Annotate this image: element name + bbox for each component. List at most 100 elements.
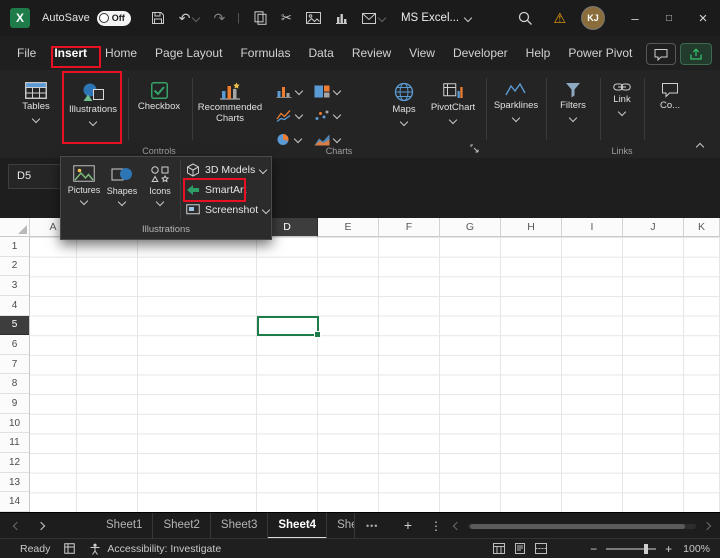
pictures-button[interactable]: Pictures (65, 159, 103, 219)
maximize-button[interactable]: □ (652, 13, 686, 24)
column-header-h[interactable]: H (501, 218, 562, 237)
maps-button[interactable]: Maps (384, 74, 424, 144)
column-header-e[interactable]: E (318, 218, 379, 237)
row-header-5-selected[interactable]: 5 (0, 316, 29, 336)
row-header-2[interactable]: 2 (0, 257, 29, 277)
zoom-slider[interactable] (606, 544, 656, 554)
chart-button[interactable] (335, 12, 348, 24)
status-accessibility[interactable]: Accessibility: Investigate (107, 543, 221, 555)
shapes-button[interactable]: Shapes (103, 159, 141, 219)
row-header-1[interactable]: 1 (0, 237, 29, 257)
select-all-corner[interactable] (0, 218, 30, 237)
scrollbar-thumb[interactable] (470, 524, 685, 529)
sheet-nav-left-button[interactable] (6, 513, 28, 539)
zoom-percentage[interactable]: 100% (683, 543, 710, 555)
sheet-tab-sheet1[interactable]: Sheet1 (96, 513, 153, 539)
warning-icon[interactable]: ⚠ (553, 10, 566, 27)
tab-formulas[interactable]: Formulas (231, 36, 299, 70)
row-header-11[interactable]: 11 (0, 433, 29, 453)
tab-developer[interactable]: Developer (444, 36, 517, 70)
column-header-k[interactable]: K (684, 218, 720, 237)
tab-view[interactable]: View (400, 36, 444, 70)
zoom-knob[interactable] (644, 544, 648, 554)
row-header-3[interactable]: 3 (0, 276, 29, 296)
spreadsheet-grid[interactable] (30, 237, 720, 512)
tab-file[interactable]: File (8, 36, 45, 70)
sheet-tab-sheet2[interactable]: Sheet2 (153, 513, 210, 539)
row-header-9[interactable]: 9 (0, 394, 29, 414)
row-header-14[interactable]: 14 (0, 492, 29, 512)
row-header-12[interactable]: 12 (0, 453, 29, 473)
tab-power-pivot[interactable]: Power Pivot (559, 36, 641, 70)
mail-button[interactable] (362, 13, 385, 24)
link-button[interactable]: Link (604, 74, 640, 144)
column-header-f[interactable]: F (379, 218, 440, 237)
page-break-view-button[interactable] (535, 543, 547, 554)
picture-button[interactable] (306, 12, 321, 24)
cut-button[interactable]: ✂ (281, 10, 292, 26)
document-title[interactable]: MS Excel... (401, 12, 471, 24)
checkbox-button[interactable]: Checkbox (134, 74, 184, 144)
comment-bubble-icon (661, 82, 679, 98)
sheet-tab-sheet3[interactable]: Sheet3 (211, 513, 268, 539)
comments-ribbon-button[interactable]: Co... (648, 74, 692, 144)
comments-button[interactable] (646, 43, 676, 65)
line-chart-button[interactable] (272, 104, 308, 126)
row-header-10[interactable]: 10 (0, 414, 29, 434)
normal-view-button[interactable] (493, 543, 505, 554)
column-header-g[interactable]: G (440, 218, 501, 237)
zoom-in-button[interactable]: + (665, 542, 672, 556)
column-chart-button[interactable] (272, 80, 308, 102)
add-sheet-button[interactable]: + (398, 513, 418, 538)
undo-button[interactable]: ↶ (179, 10, 200, 27)
tab-help[interactable]: Help (517, 36, 560, 70)
tables-button[interactable]: Tables (12, 74, 60, 144)
filters-button[interactable]: Filters (550, 74, 596, 144)
page-layout-view-button[interactable] (514, 543, 526, 554)
row-header-4[interactable]: 4 (0, 296, 29, 316)
dialog-launcher-icon[interactable] (470, 144, 479, 153)
name-box[interactable]: D5 (8, 164, 62, 189)
zoom-out-button[interactable]: − (590, 542, 597, 556)
horizontal-scrollbar[interactable] (452, 513, 712, 539)
sheet-tab-partial[interactable]: She (327, 513, 355, 539)
fill-handle[interactable] (314, 331, 321, 338)
tab-data[interactable]: Data (299, 36, 342, 70)
sparklines-button[interactable]: Sparklines (490, 74, 542, 144)
redo-button[interactable]: ↷ (213, 10, 225, 27)
sheet-nav-right-button[interactable] (30, 513, 52, 539)
save-button[interactable] (151, 11, 165, 25)
collapse-ribbon-icon[interactable] (696, 143, 704, 151)
row-header-6[interactable]: 6 (0, 335, 29, 355)
scroll-right-icon[interactable] (703, 522, 711, 530)
sheet-tab-sheet4-active[interactable]: Sheet4 (268, 513, 327, 539)
row-header-13[interactable]: 13 (0, 473, 29, 493)
sheet-options-button[interactable]: ⋮ (428, 513, 444, 539)
column-header-i[interactable]: I (562, 218, 623, 237)
tab-page-layout[interactable]: Page Layout (146, 36, 231, 70)
copy-button[interactable] (254, 11, 267, 25)
tab-home[interactable]: Home (96, 36, 146, 70)
screenshot-menu-item[interactable]: Screenshot (183, 200, 271, 220)
3d-models-menu-item[interactable]: 3D Models (183, 160, 271, 180)
row-header-7[interactable]: 7 (0, 355, 29, 375)
tab-review[interactable]: Review (343, 36, 400, 70)
row-header-8[interactable]: 8 (0, 374, 29, 394)
share-button[interactable] (680, 43, 712, 65)
scatter-chart-button[interactable] (310, 104, 346, 126)
column-header-j[interactable]: J (623, 218, 684, 237)
more-sheets-button[interactable]: ••• (366, 513, 378, 539)
treemap-chart-button[interactable] (310, 80, 346, 102)
close-button[interactable]: × (686, 10, 720, 27)
pivotchart-button[interactable]: PivotChart (426, 74, 480, 144)
autosave-toggle[interactable]: Off (97, 11, 131, 26)
search-icon[interactable] (518, 11, 533, 26)
recommended-charts-button[interactable]: Recommended Charts (198, 74, 262, 144)
chevron-down-icon (156, 198, 164, 206)
3d-models-icon (186, 163, 200, 177)
macro-record-icon[interactable] (64, 543, 75, 554)
minimize-button[interactable]: – (618, 11, 652, 26)
icons-button[interactable]: Icons (141, 159, 179, 219)
avatar[interactable]: KJ (582, 7, 604, 29)
scroll-left-icon[interactable] (453, 522, 461, 530)
